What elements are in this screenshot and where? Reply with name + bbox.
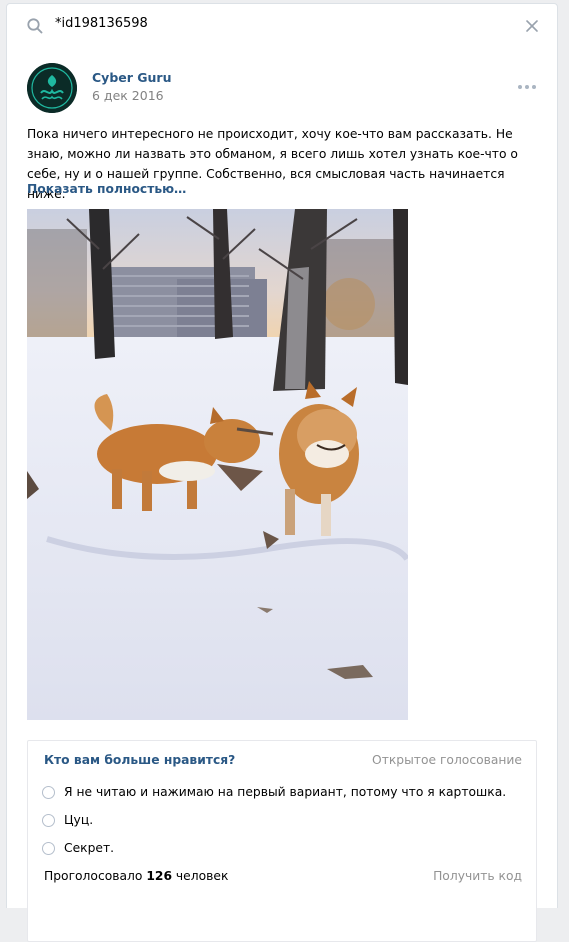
more-dots-icon[interactable] <box>517 76 537 89</box>
poll-title: Кто вам больше нравится? <box>44 753 236 767</box>
poll-option-label: Секрет. <box>64 841 115 855</box>
post-date[interactable]: 6 дек 2016 <box>92 88 164 103</box>
poll-votes-prefix: Проголосовало <box>44 869 143 883</box>
poll-votes-suffix: человек <box>175 869 229 883</box>
get-code-link[interactable]: Получить код <box>433 869 522 883</box>
poll: Кто вам больше нравится? Открытое голосо… <box>27 740 537 942</box>
radio-button[interactable] <box>42 785 55 799</box>
post-photo[interactable] <box>27 209 408 720</box>
post-card: Cyber Guru 6 дек 2016 Пока ничего интере… <box>6 48 558 942</box>
poll-option[interactable]: Цуц. <box>42 810 522 830</box>
radio-button[interactable] <box>42 813 55 827</box>
poll-type: Открытое голосование <box>372 753 522 767</box>
poll-option-label: Цуц. <box>64 813 94 827</box>
poll-option-label: Я не читаю и нажимаю на первый вариант, … <box>64 785 507 799</box>
show-more-link[interactable]: Показать полностью… <box>27 182 186 196</box>
search-icon <box>26 17 44 35</box>
poll-option[interactable]: Я не читаю и нажимаю на первый вариант, … <box>42 782 522 802</box>
poll-votes-count: 126 <box>146 869 172 883</box>
post-author[interactable]: Cyber Guru <box>92 70 172 85</box>
close-icon[interactable] <box>524 18 540 34</box>
radio-button[interactable] <box>42 841 55 855</box>
search-bar[interactable]: *id198136598 <box>6 3 558 49</box>
poll-votes: Проголосовало 126 человек <box>44 869 228 883</box>
cyber-guru-logo-icon <box>27 63 77 113</box>
poll-option[interactable]: Секрет. <box>42 838 522 858</box>
avatar[interactable] <box>27 63 77 113</box>
search-input[interactable]: *id198136598 <box>55 16 148 31</box>
